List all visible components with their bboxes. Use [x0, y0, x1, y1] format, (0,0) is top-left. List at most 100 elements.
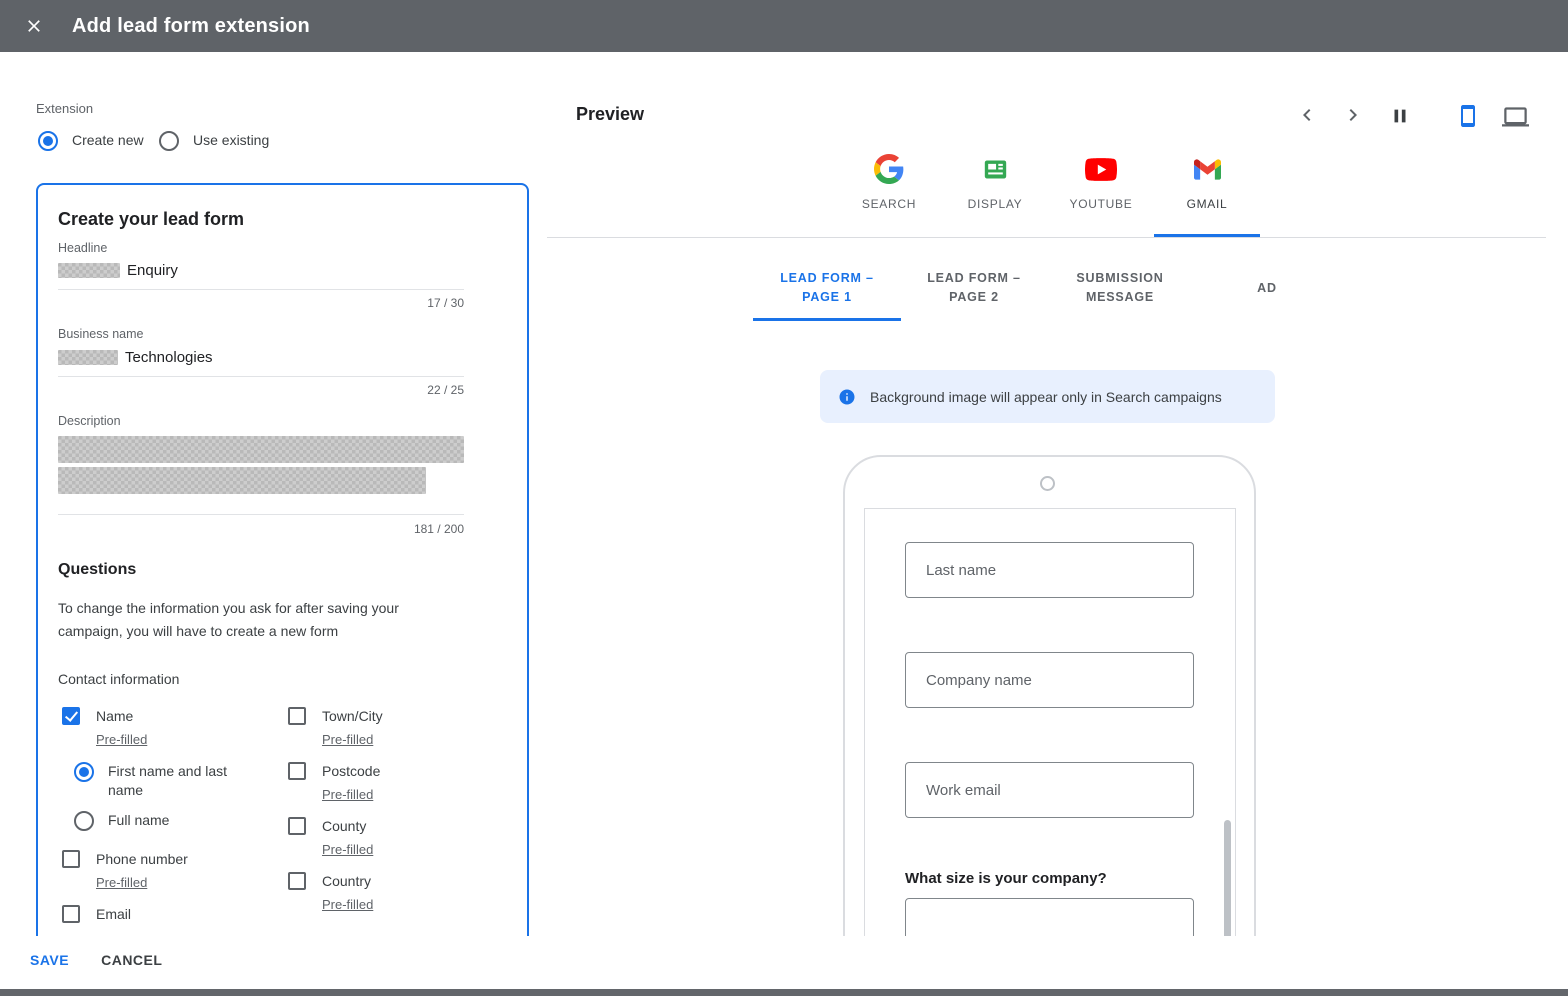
preview-field-company-name: Company name	[905, 652, 1194, 708]
county-prefilled-link[interactable]: Pre-filled	[322, 842, 373, 857]
google-g-icon	[874, 152, 904, 186]
description-underline	[58, 514, 464, 515]
cancel-button[interactable]: CANCEL	[101, 952, 162, 968]
checkbox-county[interactable]: County	[288, 817, 366, 836]
pause-icon	[1394, 109, 1406, 123]
radio-use-existing-label: Use existing	[193, 132, 270, 148]
business-name-label: Business name	[58, 327, 144, 341]
description-field[interactable]	[58, 436, 464, 494]
chevron-left-icon	[1303, 109, 1311, 121]
card-title: Create your lead form	[58, 209, 245, 229]
smartphone-icon	[1461, 105, 1475, 127]
window-bottom-edge	[0, 984, 1568, 996]
extension-section-label: Extension	[36, 101, 94, 116]
preview-previous-button[interactable]	[1293, 101, 1321, 129]
checkbox-postcode[interactable]: Postcode	[288, 762, 380, 781]
preview-next-button[interactable]	[1339, 101, 1367, 129]
tab-search-label: SEARCH	[861, 197, 917, 211]
dialog-topbar: Add lead form extension	[0, 0, 1568, 52]
checkbox-postcode-label: Postcode	[322, 763, 381, 779]
contact-information-label: Contact information	[58, 671, 180, 687]
headline-field[interactable]: Enquiry	[58, 262, 178, 279]
radio-create-new[interactable]: Create new	[38, 131, 144, 151]
checkbox-unchecked-icon	[288, 872, 306, 890]
business-name-counter: 22 / 25	[427, 383, 464, 397]
selected-page-tab-underline	[753, 318, 901, 321]
radio-full-name-label: Full name	[108, 812, 170, 828]
redacted-text	[58, 350, 118, 365]
info-banner: Background image will appear only in Sea…	[820, 370, 1275, 423]
description-label: Description	[58, 414, 121, 428]
checkbox-country[interactable]: Country	[288, 872, 371, 891]
checkbox-unchecked-icon	[288, 762, 306, 780]
tab-display-label: DISPLAY	[967, 197, 1023, 211]
checkbox-checked-icon	[62, 707, 80, 725]
country-prefilled-link[interactable]: Pre-filled	[322, 897, 373, 912]
radio-selected-icon	[38, 131, 58, 151]
checkbox-name[interactable]: Name	[62, 707, 133, 726]
headline-counter: 17 / 30	[427, 296, 464, 310]
checkbox-phone-label: Phone number	[96, 851, 188, 867]
add-lead-form-extension-dialog: Add lead form extension Extension Create…	[0, 0, 1568, 996]
preview-desktop-button[interactable]	[1500, 102, 1530, 132]
radio-first-and-last-name[interactable]: First name and last name	[74, 762, 248, 800]
lead-form-card: Create your lead form Headline Enquiry 1…	[36, 183, 529, 996]
tab-gmail-label: GMAIL	[1186, 197, 1228, 211]
checkbox-email-label: Email	[96, 906, 132, 922]
close-icon[interactable]	[14, 6, 54, 46]
business-name-value: Technologies	[125, 349, 213, 366]
tab-lead-form-page-2[interactable]: LEAD FORM – PAGE 2	[906, 256, 1042, 320]
radio-use-existing[interactable]: Use existing	[159, 131, 269, 151]
horizontal-scrollbar-thumb[interactable]	[0, 989, 1568, 996]
checkbox-email[interactable]: Email	[62, 905, 131, 924]
selected-channel-underline	[1154, 234, 1260, 237]
checkbox-unchecked-icon	[288, 707, 306, 725]
preview-tab-gmail[interactable]: GMAIL	[1154, 152, 1260, 240]
headline-label: Headline	[58, 241, 108, 255]
laptop-icon	[1501, 106, 1529, 126]
phone-camera-icon	[1040, 476, 1055, 491]
preview-company-size-question: What size is your company?	[905, 870, 1107, 887]
preview-field-work-email: Work email	[905, 762, 1194, 818]
phone-prefilled-link[interactable]: Pre-filled	[96, 875, 147, 890]
info-icon	[838, 388, 856, 406]
headline-value: Enquiry	[127, 262, 178, 279]
redacted-text	[58, 467, 426, 494]
checkbox-county-label: County	[322, 818, 367, 834]
channel-tabs-divider	[547, 237, 1546, 238]
display-icon	[982, 152, 1009, 186]
checkbox-name-label: Name	[96, 708, 134, 724]
preview-mobile-button[interactable]	[1453, 101, 1483, 131]
description-counter: 181 / 200	[413, 522, 464, 536]
dialog-footer: SAVE CANCEL	[0, 936, 1568, 984]
radio-create-new-label: Create new	[72, 132, 144, 148]
town-prefilled-link[interactable]: Pre-filled	[322, 732, 373, 747]
checkbox-country-label: Country	[322, 873, 372, 889]
radio-full-name[interactable]: Full name	[74, 811, 169, 831]
preview-title: Preview	[576, 104, 645, 124]
radio-unselected-icon	[159, 131, 179, 151]
tab-ad[interactable]: AD	[1229, 256, 1305, 320]
tab-lead-form-page-1[interactable]: LEAD FORM – PAGE 1	[753, 256, 901, 320]
save-button[interactable]: SAVE	[30, 952, 69, 968]
preview-tab-display[interactable]: DISPLAY	[942, 152, 1048, 240]
preview-tab-search[interactable]: SEARCH	[836, 152, 942, 240]
redacted-text	[58, 436, 464, 463]
business-name-field[interactable]: Technologies	[58, 349, 213, 366]
postcode-prefilled-link[interactable]: Pre-filled	[322, 787, 373, 802]
radio-selected-icon	[74, 762, 94, 782]
checkbox-phone-number[interactable]: Phone number	[62, 850, 188, 869]
dialog-content: Extension Create new Use existing Create…	[0, 52, 1568, 996]
preview-tab-youtube[interactable]: YOUTUBE	[1048, 152, 1154, 240]
radio-first-last-label: First name and last name	[108, 763, 228, 798]
redacted-text	[58, 263, 120, 278]
preview-pause-button[interactable]	[1387, 103, 1413, 129]
name-prefilled-link[interactable]: Pre-filled	[96, 732, 147, 747]
checkbox-unchecked-icon	[288, 817, 306, 835]
checkbox-unchecked-icon	[62, 905, 80, 923]
tab-submission-message[interactable]: SUBMISSION MESSAGE	[1051, 256, 1189, 320]
info-banner-text: Background image will appear only in Sea…	[870, 388, 1222, 405]
checkbox-town-city[interactable]: Town/City	[288, 707, 383, 726]
dialog-title: Add lead form extension	[72, 14, 310, 37]
questions-title: Questions	[58, 561, 137, 578]
